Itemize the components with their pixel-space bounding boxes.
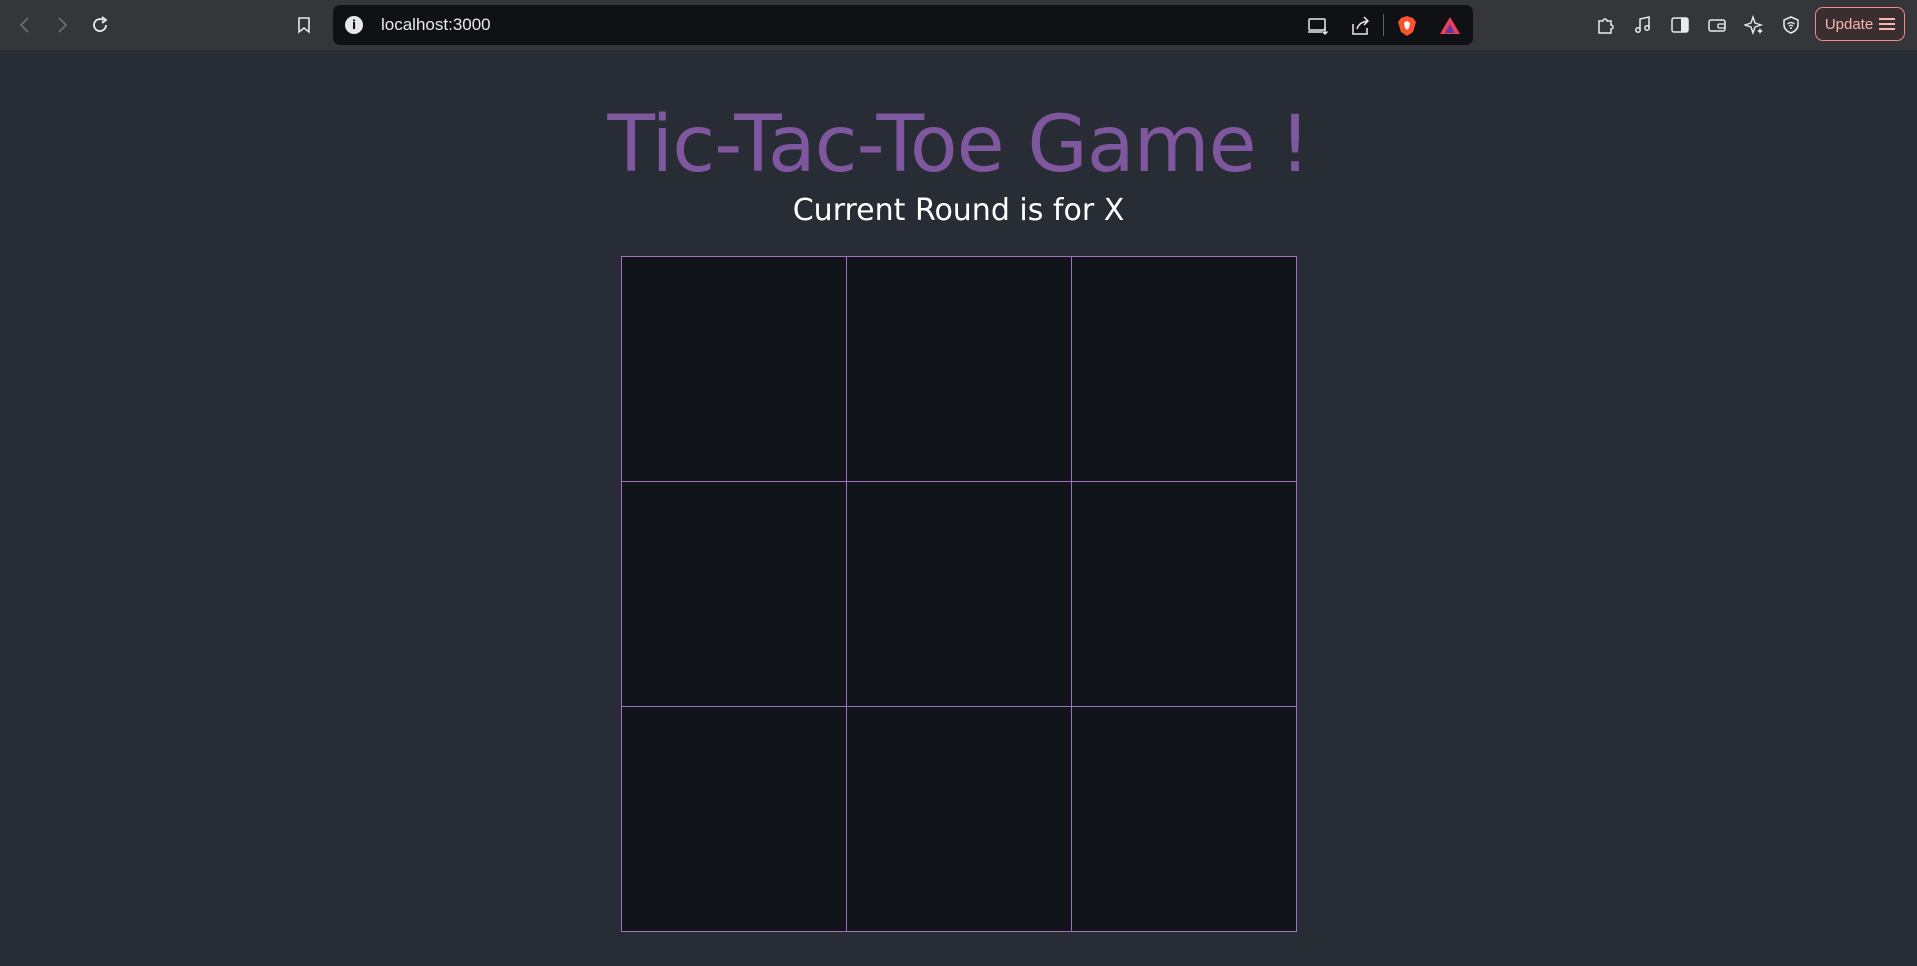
board-cell-5[interactable] xyxy=(845,480,1072,707)
bookmark-icon xyxy=(298,17,310,34)
game-board xyxy=(620,255,1297,932)
brave-rewards-icon[interactable] xyxy=(1439,15,1461,37)
vpn-icon xyxy=(1783,16,1799,34)
url-text[interactable]: localhost:3000 xyxy=(381,15,491,35)
menu-icon xyxy=(1879,18,1896,30)
reload-icon xyxy=(93,16,108,32)
sidebar-icon xyxy=(1671,17,1689,33)
board-cell-1[interactable] xyxy=(620,255,847,482)
address-bar[interactable]: i localhost:3000 xyxy=(333,5,1473,45)
vpn-button[interactable] xyxy=(1780,14,1802,36)
board-cell-7[interactable] xyxy=(620,705,847,932)
extensions-button[interactable] xyxy=(1594,14,1616,36)
browser-toolbar: i localhost:3000 Update xyxy=(0,0,1917,50)
install-app-icon[interactable] xyxy=(1307,15,1329,37)
site-info-icon[interactable]: i xyxy=(345,16,363,34)
page-title: Tic-Tac-Toe Game ! xyxy=(607,100,1310,190)
wallet-icon xyxy=(1708,19,1726,32)
back-button[interactable] xyxy=(11,11,39,39)
forward-icon xyxy=(58,17,68,33)
brave-shields-icon[interactable] xyxy=(1396,15,1418,37)
media-button[interactable] xyxy=(1632,14,1654,36)
bookmark-button[interactable] xyxy=(290,11,318,39)
board-cell-2[interactable] xyxy=(845,255,1072,482)
board-cell-8[interactable] xyxy=(845,705,1072,932)
wallet-button[interactable] xyxy=(1706,14,1728,36)
board-cell-3[interactable] xyxy=(1070,255,1297,482)
leo-ai-icon xyxy=(1744,15,1764,35)
sidebar-button[interactable] xyxy=(1669,14,1691,36)
board-cell-9[interactable] xyxy=(1070,705,1297,932)
leo-ai-button[interactable] xyxy=(1743,14,1765,36)
media-icon xyxy=(1635,16,1650,33)
back-icon xyxy=(19,17,29,33)
board-cell-6[interactable] xyxy=(1070,480,1297,707)
round-status: Current Round is for X xyxy=(792,193,1125,228)
address-bar-divider xyxy=(1383,14,1384,36)
update-button[interactable]: Update xyxy=(1815,7,1905,41)
forward-button[interactable] xyxy=(48,11,76,39)
reload-button[interactable] xyxy=(86,11,114,39)
share-icon[interactable] xyxy=(1350,15,1372,37)
update-label: Update xyxy=(1824,15,1874,33)
board-cell-4[interactable] xyxy=(620,480,847,707)
extensions-icon xyxy=(1598,18,1614,34)
